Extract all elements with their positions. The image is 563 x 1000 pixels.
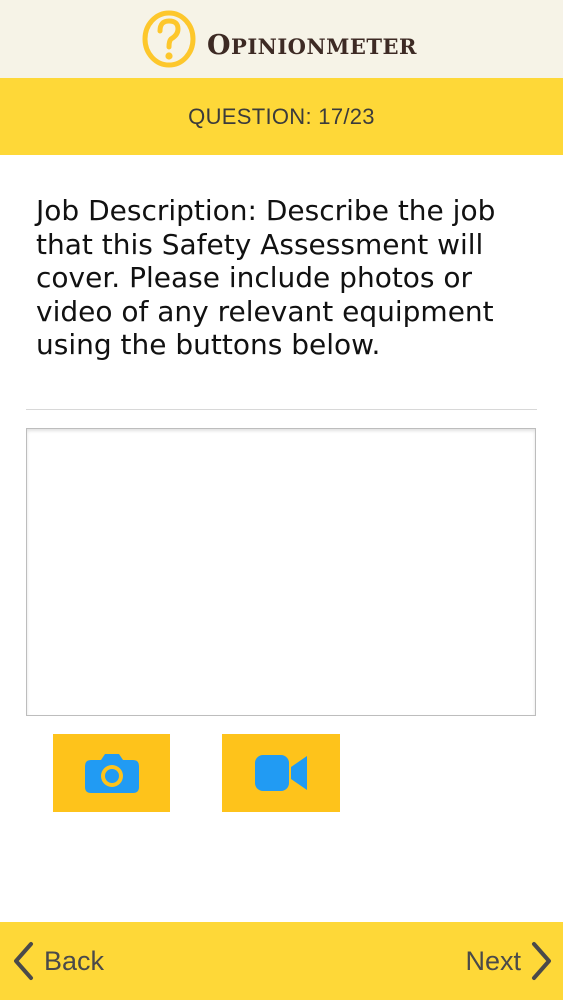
back-button[interactable]: Back (12, 922, 104, 1000)
answer-textarea[interactable] (26, 428, 536, 716)
brand-name-rest: PINIONMETER (231, 34, 417, 59)
chevron-left-icon (14, 942, 33, 980)
chevron-right-icon (532, 942, 551, 980)
video-camera-icon (255, 755, 307, 791)
question-text: Job Description: Describe the job that t… (36, 194, 496, 361)
next-button[interactable]: Next (465, 922, 553, 1000)
divider (26, 409, 537, 410)
question-bar: QUESTION: 17/23 (0, 78, 563, 155)
record-video-button[interactable] (222, 734, 340, 812)
footer-nav-bar: Back Next (0, 922, 563, 1000)
question-mark-circle-icon (142, 10, 196, 68)
camera-icon (84, 754, 139, 793)
next-label: Next (465, 945, 521, 976)
brand-name: OPINIONMETER (207, 30, 417, 61)
brand-header: OPINIONMETER (0, 0, 563, 78)
brand-name-initial: O (207, 30, 232, 61)
take-photo-button[interactable] (53, 734, 170, 812)
back-label: Back (44, 945, 105, 976)
question-counter: QUESTION: 17/23 (188, 103, 375, 129)
